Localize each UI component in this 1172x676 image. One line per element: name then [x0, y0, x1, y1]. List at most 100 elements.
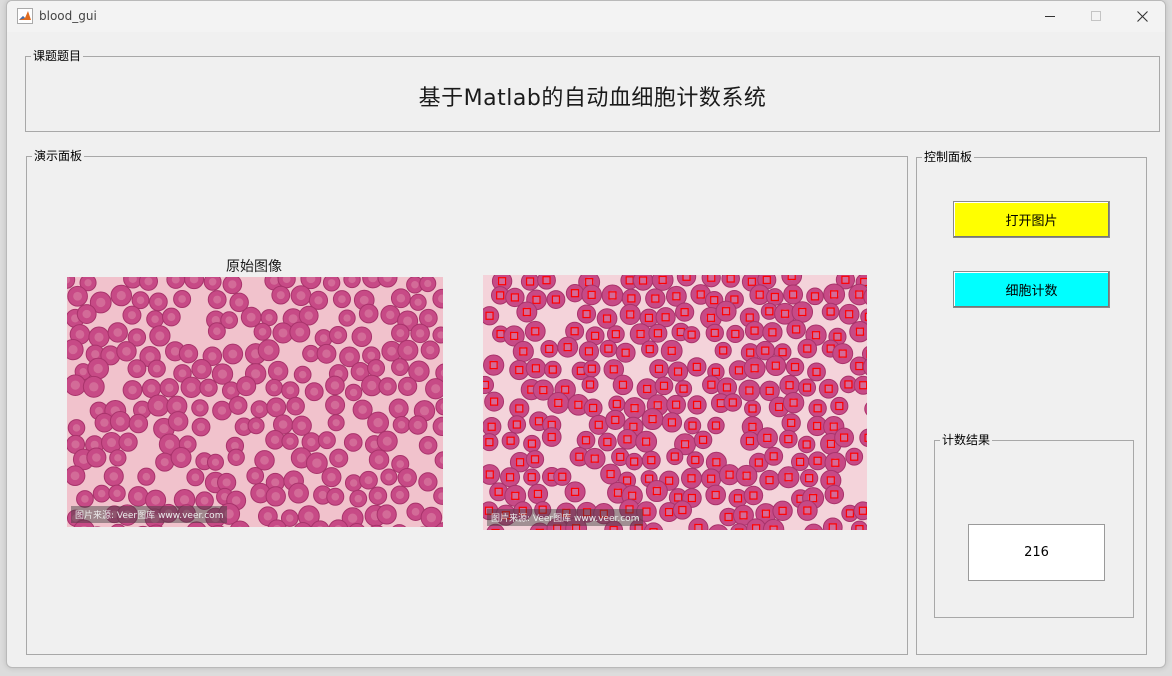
blood-cell: [853, 501, 867, 521]
blood-cell: [368, 486, 388, 505]
blood-cell: [212, 400, 232, 421]
blood-cell: [108, 484, 126, 503]
blood-cell: [122, 380, 143, 400]
original-watermark: 图片来源: Veer图库 www.veer.com: [71, 506, 228, 523]
blood-cell: [675, 380, 693, 398]
minimize-icon: [1044, 16, 1055, 17]
close-icon: [1136, 11, 1148, 22]
blood-cell: [818, 378, 839, 399]
blood-cell: [146, 310, 164, 329]
blood-cell: [86, 447, 107, 468]
blood-cell: [191, 359, 212, 380]
blood-cell: [564, 481, 586, 503]
blood-cell: [408, 415, 428, 435]
blood-cell: [92, 484, 111, 503]
blood-cell: [409, 293, 427, 311]
blood-cell: [583, 360, 601, 378]
processed-image: 图片来源: Veer图库 www.veer.com: [483, 275, 867, 530]
blood-cell: [744, 320, 765, 341]
blood-cell: [667, 361, 689, 382]
blood-cell: [286, 396, 305, 416]
blood-cell: [483, 417, 502, 437]
blood-cell: [601, 284, 624, 307]
blood-cell: [247, 417, 265, 435]
blood-cell: [834, 427, 855, 448]
blood-cell: [391, 323, 410, 343]
blood-cell: [764, 446, 784, 466]
blood-cell: [418, 436, 438, 455]
blood-cell: [109, 449, 127, 467]
maximize-button[interactable]: [1073, 1, 1119, 32]
blood-cell: [211, 363, 234, 385]
blood-cell: [228, 396, 248, 415]
blood-cell: [735, 464, 758, 487]
open-image-button[interactable]: 打开图片: [953, 201, 1110, 238]
blood-cell: [661, 412, 683, 433]
blood-cell: [808, 399, 827, 418]
blood-cell: [367, 411, 390, 434]
blood-cell: [349, 489, 368, 508]
blood-cell: [782, 391, 805, 414]
blood-cell: [118, 432, 138, 452]
blood-cell: [786, 319, 806, 340]
topic-panel-legend: 课题题目: [33, 49, 82, 63]
blood-cell: [420, 340, 440, 360]
blood-cell: [67, 465, 86, 487]
blood-cell: [838, 303, 860, 325]
blood-cell: [76, 304, 97, 324]
blood-cell: [581, 376, 599, 394]
blood-cell: [392, 415, 411, 434]
blood-cell: [147, 394, 170, 417]
blood-cell: [743, 485, 764, 506]
blood-cell: [122, 305, 142, 325]
blood-cell: [666, 394, 686, 415]
blood-cell: [266, 397, 287, 418]
blood-cell: [743, 357, 766, 380]
blood-cell: [410, 323, 430, 344]
blood-cell: [484, 391, 505, 412]
blood-cell: [615, 342, 636, 363]
blood-cell: [772, 500, 793, 522]
blood-cell: [824, 451, 847, 474]
blood-cell: [557, 336, 579, 358]
blood-cell: [726, 324, 745, 343]
blood-cell: [686, 451, 705, 469]
blood-cell: [367, 359, 386, 378]
blood-cell: [338, 309, 356, 327]
count-cells-button[interactable]: 细胞计数: [953, 271, 1110, 308]
blood-cell: [344, 474, 363, 492]
blood-cell: [512, 340, 534, 363]
cell-marker: [535, 528, 544, 530]
blood-cell: [645, 480, 668, 503]
blood-cell: [806, 287, 824, 306]
blood-cell: [291, 415, 312, 436]
blood-cell: [832, 343, 854, 365]
blood-cell: [199, 378, 218, 397]
blood-cell: [507, 415, 527, 434]
blood-cell: [762, 322, 783, 343]
maximize-icon: [1090, 11, 1101, 21]
count-result-field: 216: [968, 524, 1105, 581]
blood-cell: [380, 468, 398, 486]
blood-cell: [779, 375, 800, 396]
blood-cell: [765, 355, 787, 377]
minimize-button[interactable]: [1027, 1, 1073, 32]
blood-cell: [853, 375, 867, 395]
blood-cell: [612, 374, 634, 396]
blood-cell: [246, 466, 265, 485]
blood-cell: [329, 448, 349, 468]
blood-cell: [316, 343, 337, 364]
blood-cell: [715, 300, 737, 322]
blood-cell: [322, 277, 341, 292]
blood-cell: [687, 357, 707, 377]
blood-cell: [380, 305, 401, 325]
blood-cell: [617, 429, 638, 450]
blood-cell: [265, 378, 283, 397]
blood-cell: [390, 288, 411, 309]
close-button[interactable]: [1119, 1, 1165, 32]
blood-cell: [807, 362, 826, 382]
original-image-title: 原始图像: [226, 259, 282, 275]
blood-cell: [67, 338, 84, 361]
blood-cell: [378, 377, 397, 396]
blood-cell: [304, 382, 324, 402]
